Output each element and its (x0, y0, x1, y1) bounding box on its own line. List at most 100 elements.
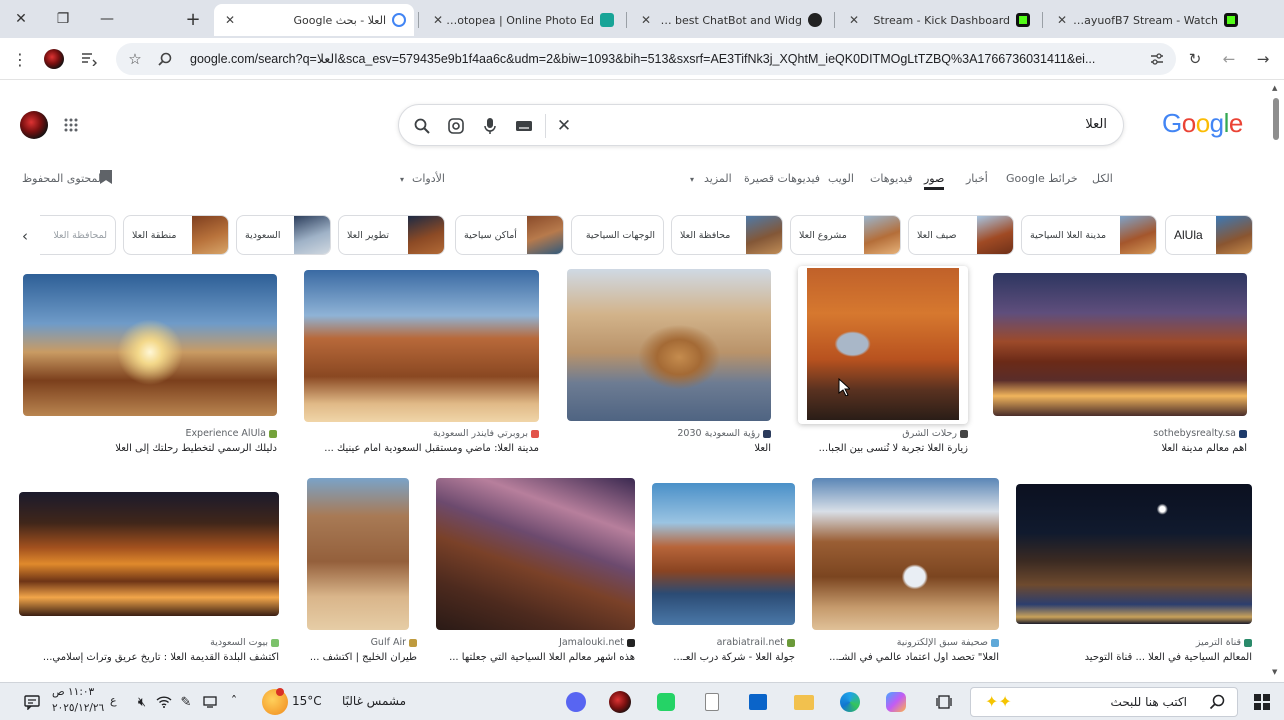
result-source[interactable]: قناة الترميز (1016, 637, 1252, 648)
result-source[interactable]: Gulf Air (307, 637, 417, 648)
google-logo[interactable]: Google (1162, 108, 1243, 139)
url-text[interactable]: google.com/search?q=العلا&sca_esv=579435… (190, 51, 1140, 66)
tab-kick-stream[interactable]: AlmayuofB7 Stream - Watch ✕ (1046, 4, 1246, 36)
result-caption[interactable]: العلا (567, 443, 771, 454)
result-caption[interactable]: جولة العلا - شركة درب العـ... (652, 652, 795, 663)
result-caption[interactable]: اكتشف البلدة القديمة العلا : تاريخ عريق … (19, 652, 279, 663)
scroll-down-icon[interactable]: ▼ (1272, 668, 1277, 676)
result-source[interactable]: بروبرتي فايندر السعودية (304, 428, 539, 439)
clock-time[interactable]: ١١:٠٣ ص (52, 686, 94, 698)
windows-start-icon[interactable] (1248, 689, 1276, 715)
result-image[interactable] (436, 478, 635, 630)
scrollbar-thumb[interactable] (1273, 98, 1279, 140)
task-view-icon[interactable] (930, 689, 958, 715)
store-icon[interactable] (744, 689, 772, 715)
microphone-icon[interactable] (479, 115, 501, 137)
weather-condition[interactable]: مشمس غالبًا (342, 694, 406, 708)
tab-close-icon[interactable]: ✕ (430, 13, 446, 27)
result-source[interactable]: رحلات الشرق (798, 428, 968, 439)
result-caption[interactable]: العلا" تحصد أول اعتماد عالمي في الشـ... (812, 652, 999, 663)
nav-tab-videos[interactable]: فيديوهات (870, 172, 913, 190)
chevron-down-icon[interactable]: ▾ (400, 175, 404, 193)
result-caption[interactable]: طيران الخليج | اكتشف ... (300, 652, 417, 663)
chip-alula-project[interactable]: مشروع العلا (790, 215, 901, 255)
result-image[interactable] (19, 492, 279, 616)
result-caption[interactable]: المعالم السياحية في العلا ... قناة التوح… (1016, 652, 1252, 663)
nav-tab-short-videos[interactable]: فيديوهات قصيرة (744, 172, 820, 190)
result-image[interactable] (812, 478, 999, 630)
result-source[interactable]: sothebysrealty.sa (993, 428, 1247, 439)
reload-icon[interactable]: ↻ (1184, 48, 1206, 70)
tab-close-icon[interactable]: ✕ (846, 13, 862, 27)
result-image-hovered[interactable] (798, 266, 968, 424)
tab-close-icon[interactable]: ✕ (1054, 13, 1070, 27)
whatsapp-icon[interactable] (652, 689, 680, 715)
copilot-icon[interactable] (882, 689, 910, 715)
tools-button[interactable]: الأدوات (412, 172, 445, 190)
chip-alula-region[interactable]: منطقة العلا (123, 215, 229, 255)
search-query[interactable]: العلا (1085, 117, 1107, 132)
nav-tab-news[interactable]: أخبار (966, 172, 988, 190)
notifications-icon[interactable] (18, 689, 46, 715)
forward-arrow-icon[interactable]: ← (1218, 48, 1240, 70)
chip-saudi[interactable]: السعودية (236, 215, 331, 255)
chip-alula-development[interactable]: تطوير العلا (338, 215, 445, 255)
taskbar-search-box[interactable]: ✦✦ اكتب هنا للبحث (970, 687, 1238, 717)
clear-search-icon[interactable]: ✕ (553, 115, 575, 137)
tab-google-search[interactable]: العلا - بحث Google ✕ (214, 4, 414, 36)
account-avatar[interactable] (20, 111, 48, 139)
chip-for-alula-governorate[interactable]: لمحافظة العلا (40, 215, 116, 255)
saved-content-link[interactable]: المحتوى المحفوظ (22, 172, 104, 190)
search-icon[interactable] (411, 115, 433, 137)
result-image[interactable] (993, 273, 1247, 416)
chevron-up-icon[interactable]: ˆ (220, 689, 248, 715)
restore-window-button[interactable]: ❐ (42, 0, 84, 38)
result-image[interactable] (567, 269, 771, 421)
tab-kick-dashboard[interactable]: Stream - Kick Dashboard ✕ (838, 4, 1038, 36)
tab-close-icon[interactable]: ✕ (222, 13, 238, 27)
app-avatar-icon[interactable] (606, 689, 634, 715)
keyboard-icon[interactable] (513, 115, 535, 137)
minimize-window-button[interactable]: — (86, 0, 128, 38)
result-source[interactable]: arabiatrail.net (652, 637, 795, 648)
weather-temperature[interactable]: 15°C (292, 694, 322, 708)
nav-tab-images[interactable]: صور (924, 172, 945, 190)
address-bar[interactable]: ☆ google.com/search?q=العلا&sca_esv=5794… (116, 43, 1176, 75)
close-window-button[interactable]: ✕ (0, 0, 42, 38)
discord-icon[interactable] (562, 689, 590, 715)
search-icon[interactable] (154, 49, 176, 69)
result-source[interactable]: بيوت السعودية (19, 637, 279, 648)
result-source[interactable]: صحيفة سبق الإلكترونية (812, 637, 999, 648)
chip-tourist-destinations[interactable]: الوجهات السياحية (571, 215, 664, 255)
result-caption[interactable]: دليلك الرسمي لتخطيط رحلتك إلى العلا (23, 443, 277, 454)
bookmark-star-icon[interactable]: ☆ (124, 49, 146, 69)
site-settings-icon[interactable] (1146, 49, 1168, 69)
bookmark-icon[interactable] (100, 170, 112, 184)
clock-date[interactable]: ٢٠٢٥/١٢/٢٦ (52, 702, 104, 714)
page-scrollbar[interactable]: ▲ ▼ (1272, 84, 1280, 680)
new-tab-button[interactable]: + (172, 0, 214, 38)
apps-grid-icon[interactable] (60, 114, 82, 136)
result-caption[interactable]: أهم معالم مدينة العلا (993, 443, 1247, 454)
tab-chatbot[interactable]: The best ChatBot and Widg ✕ (630, 4, 830, 36)
nav-tab-more[interactable]: المزيد (704, 172, 732, 190)
result-caption[interactable]: زيارة العلا تجربة لا تُنسى بين الجبا... (798, 443, 968, 454)
language-indicator[interactable]: ع (110, 694, 117, 707)
chip-alula[interactable]: AlUla (1165, 215, 1253, 255)
result-caption[interactable]: مدينة العلا: ماضي ومستقبل السعودية أمام … (304, 443, 539, 454)
chip-alula-tourist-city[interactable]: مدينة العلا السياحية (1021, 215, 1157, 255)
file-icon[interactable] (698, 689, 726, 715)
result-caption[interactable]: هذه اشهر معالم العلا السياحية التي جعلته… (436, 652, 635, 663)
chevron-down-icon[interactable]: ▾ (690, 175, 694, 193)
file-explorer-icon[interactable] (790, 689, 818, 715)
back-arrow-icon[interactable]: → (1252, 48, 1274, 70)
menu-dots-icon[interactable]: ⋮ (8, 48, 32, 70)
tab-close-icon[interactable]: ✕ (638, 13, 654, 27)
result-source[interactable]: Experience AlUla (23, 428, 277, 439)
result-image[interactable] (1016, 484, 1252, 624)
reading-list-icon[interactable] (78, 48, 100, 70)
profile-avatar[interactable] (44, 49, 64, 69)
nav-tab-web[interactable]: الويب (828, 172, 854, 190)
lens-camera-icon[interactable] (445, 115, 467, 137)
chip-tourist-places[interactable]: أماكن سياحية (455, 215, 564, 255)
